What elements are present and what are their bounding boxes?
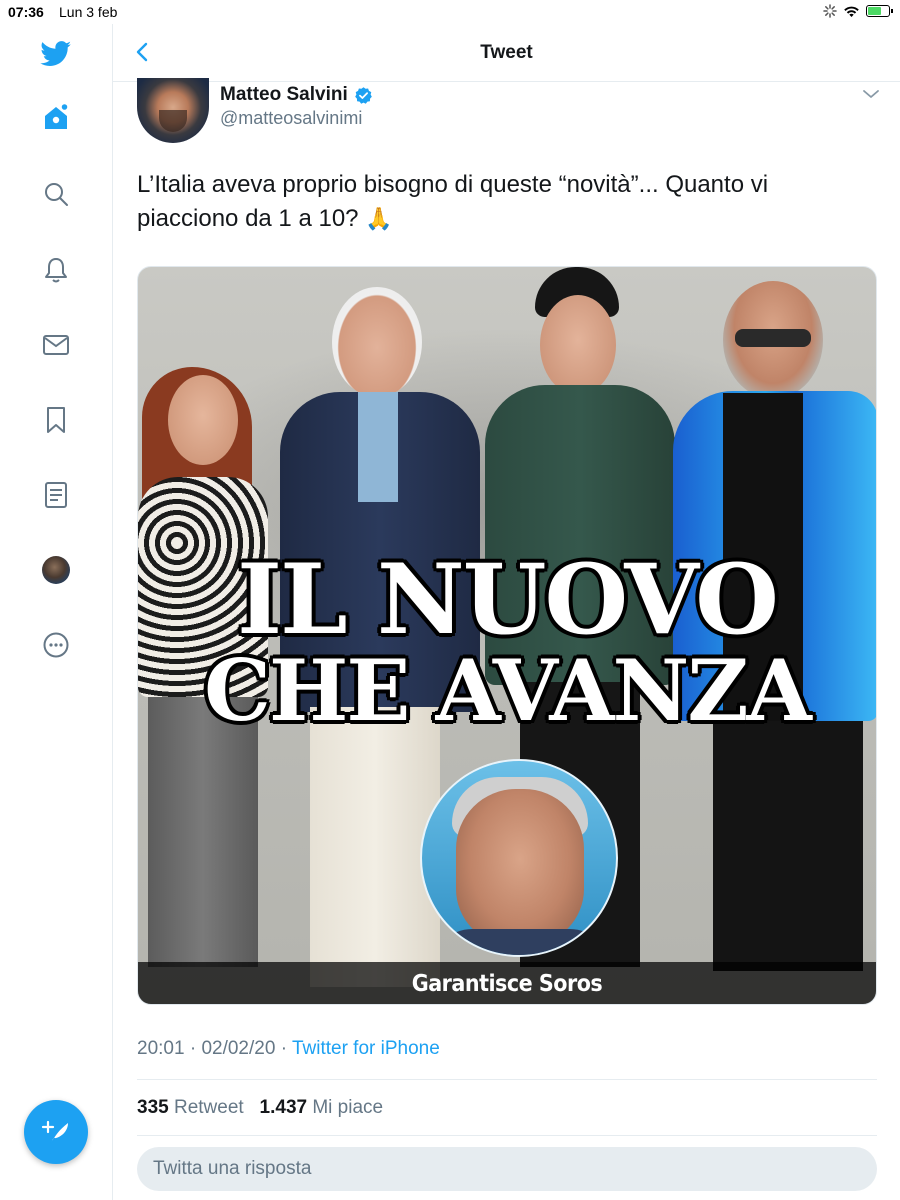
status-bar: 07:36 Lun 3 feb <box>0 0 900 24</box>
retweets-count: 335 <box>137 1097 169 1118</box>
compose-tweet-button[interactable] <box>24 1100 88 1164</box>
search-icon[interactable] <box>36 174 76 214</box>
more-icon[interactable] <box>36 625 76 665</box>
notifications-icon[interactable] <box>36 250 76 290</box>
home-icon[interactable] <box>36 97 76 137</box>
reply-box[interactable] <box>137 1147 877 1191</box>
retweets-stat[interactable]: 335 Retweet <box>137 1097 244 1118</box>
tweet-text-line: piacciono da 1 a 10? <box>137 205 359 232</box>
retweets-label: Retweet <box>173 1097 244 1118</box>
likes-count: 1.437 <box>259 1097 308 1118</box>
sidebar-nav <box>0 24 113 1200</box>
reply-input[interactable] <box>153 1147 853 1191</box>
image-headline-line1: IL NUOVO <box>237 543 779 656</box>
tweet-text-line: L’Italia aveva proprio bisogno di queste… <box>137 171 769 198</box>
divider <box>137 1079 877 1080</box>
tweet-image[interactable]: IL NUOVO CHE AVANZA Garantisce Soros <box>137 266 877 1005</box>
top-header: Tweet <box>113 24 900 82</box>
status-indicators <box>823 4 893 18</box>
compose-tweet-icon <box>41 1120 68 1144</box>
image-inset-portrait <box>420 759 618 957</box>
author-handle[interactable]: @matteosalvinimi <box>220 108 362 129</box>
activity-spinner-icon <box>823 4 837 18</box>
tweet-time: 20:01 <box>137 1038 185 1059</box>
meta-separator: · <box>280 1038 288 1059</box>
tweet-meta: 20:01 · 02/02/20 · Twitter for iPhone <box>137 1038 440 1060</box>
status-date: Lun 3 feb <box>59 4 118 20</box>
meta-separator: · <box>189 1038 197 1059</box>
author-avatar[interactable] <box>137 78 209 143</box>
likes-label: Mi piace <box>312 1097 384 1118</box>
chevron-down-icon[interactable] <box>862 88 880 100</box>
lists-icon[interactable] <box>36 475 76 515</box>
author-name[interactable]: Matteo Salvini <box>220 84 348 106</box>
praying-hands-emoji: 🙏 <box>365 206 393 231</box>
tweet-date: 02/02/20 <box>201 1038 276 1059</box>
image-headline-line2: CHE AVANZA <box>204 641 812 740</box>
image-caption: Garantisce Soros <box>411 971 603 997</box>
author-name-row[interactable]: Matteo Salvini <box>220 84 373 106</box>
wifi-icon <box>844 6 859 17</box>
page-title: Tweet <box>480 42 533 63</box>
tweet-text: L’Italia aveva proprio bisogno di queste… <box>137 168 857 236</box>
status-time: 07:36 <box>8 4 44 20</box>
divider <box>137 1135 877 1136</box>
tweet-source-link[interactable]: Twitter for iPhone <box>292 1038 440 1059</box>
verified-badge-icon <box>354 86 372 104</box>
tweet-stats: 335 Retweet 1.437 Mi piace <box>137 1097 383 1119</box>
bookmarks-icon[interactable] <box>36 400 76 440</box>
messages-icon[interactable] <box>36 325 76 365</box>
likes-stat[interactable]: 1.437 Mi piace <box>260 1097 384 1118</box>
avatar <box>42 556 70 584</box>
twitter-logo-icon[interactable] <box>36 34 76 74</box>
profile-avatar-icon[interactable] <box>36 550 76 590</box>
battery-icon <box>866 5 893 17</box>
